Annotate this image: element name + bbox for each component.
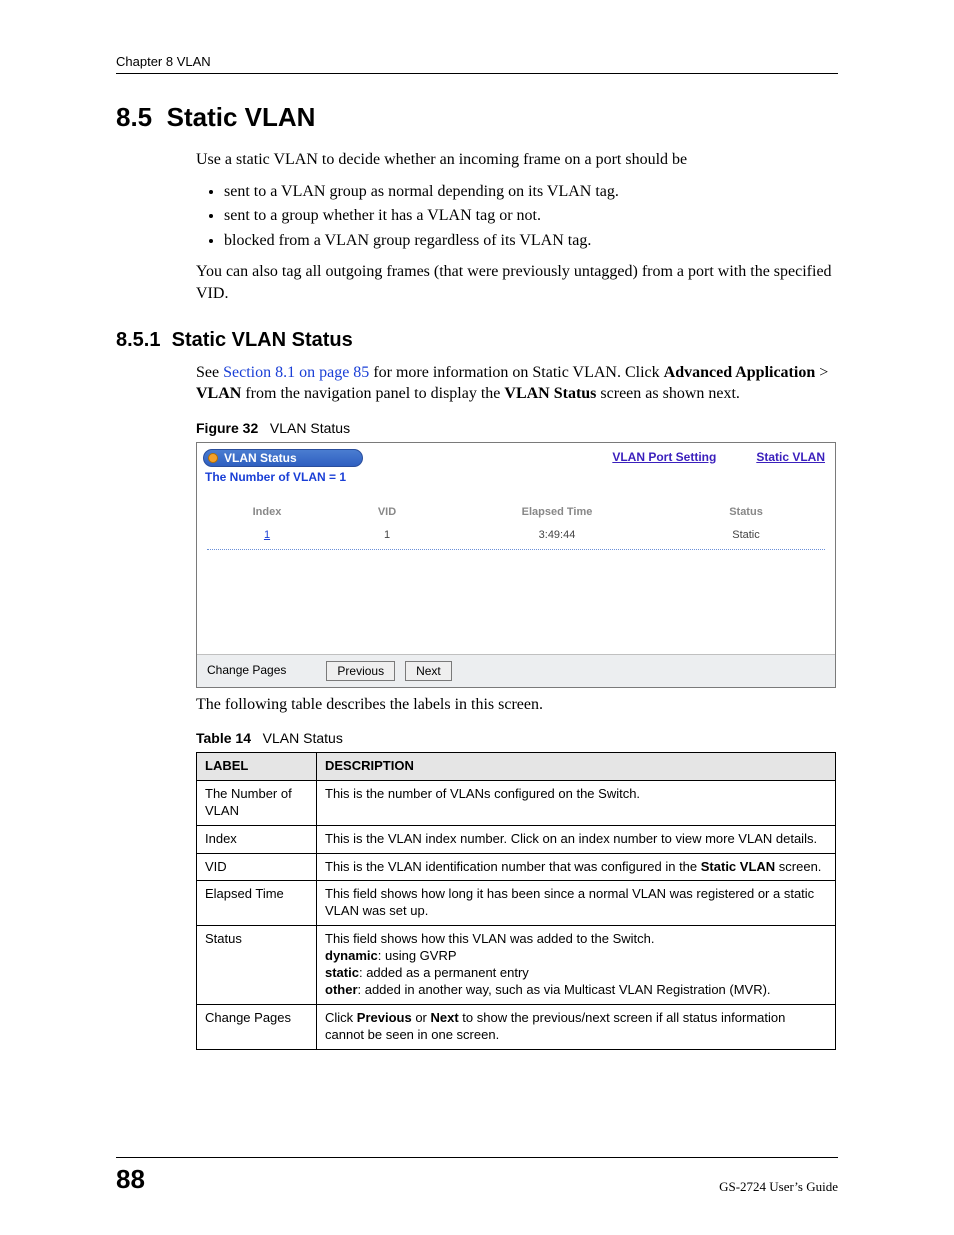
- change-pages-label: Change Pages: [207, 662, 286, 678]
- text: This is the VLAN identification number t…: [325, 859, 701, 874]
- table-row: Status This field shows how this VLAN was…: [197, 926, 836, 1005]
- ui-term: Advanced Application: [664, 364, 816, 381]
- cell-description: Click Previous or Next to show the previ…: [317, 1004, 836, 1049]
- ui-term: VLAN: [196, 385, 241, 402]
- bullet-item: sent to a VLAN group as normal depending…: [224, 181, 838, 203]
- figure-title: VLAN Status: [270, 420, 350, 436]
- text: This is the number of VLANs configured o…: [325, 786, 640, 801]
- bullet-list: sent to a VLAN group as normal depending…: [196, 181, 838, 252]
- col-header-status: Status: [667, 505, 825, 520]
- text: : using GVRP: [378, 948, 457, 963]
- text: or: [412, 1010, 431, 1025]
- cell-description: This is the number of VLANs configured o…: [317, 780, 836, 825]
- table-title: VLAN Status: [263, 730, 343, 746]
- text: >: [815, 364, 828, 381]
- subsection-title: Static VLAN Status: [172, 329, 353, 351]
- ui-term: VLAN Status: [504, 385, 596, 402]
- cell-vid: 1: [327, 528, 447, 543]
- page-footer: 88 GS-2724 User’s Guide: [116, 1157, 838, 1195]
- bullet-item: sent to a group whether it has a VLAN ta…: [224, 205, 838, 227]
- text: This field shows how this VLAN was added…: [325, 931, 655, 946]
- cross-reference-link[interactable]: Section 8.1 on page 85: [223, 364, 369, 381]
- cell-label: Elapsed Time: [197, 881, 317, 926]
- figure-number: Figure 32: [196, 420, 258, 436]
- text: screen.: [775, 859, 821, 874]
- vlan-status-figure: VLAN Status The Number of VLAN = 1 VLAN …: [196, 442, 836, 688]
- col-header-vid: VID: [327, 505, 447, 520]
- cell-description: This is the VLAN identification number t…: [317, 853, 836, 881]
- bold-term: Next: [431, 1010, 459, 1025]
- vlan-index-link[interactable]: 1: [264, 529, 270, 541]
- text: : added as a permanent entry: [359, 965, 529, 980]
- cell-description: This field shows how long it has been si…: [317, 881, 836, 926]
- table-row: Elapsed TimeThis field shows how long it…: [197, 881, 836, 926]
- text: See: [196, 364, 223, 381]
- next-button[interactable]: Next: [405, 661, 452, 681]
- bold-term: other: [325, 982, 358, 997]
- cell-description: This field shows how this VLAN was added…: [317, 926, 836, 1005]
- bullet-item: blocked from a VLAN group regardless of …: [224, 230, 838, 252]
- vlan-count-label: The Number of VLAN = 1: [205, 469, 363, 485]
- intro-paragraph: Use a static VLAN to decide whether an i…: [196, 149, 838, 171]
- table-row: 1 1 3:49:44 Static: [207, 524, 825, 547]
- th-label: LABEL: [197, 753, 317, 781]
- cell-label: Status: [197, 926, 317, 1005]
- cell-label: Change Pages: [197, 1004, 317, 1049]
- col-header-index: Index: [207, 505, 327, 520]
- section-heading: 8.5 Static VLAN: [116, 102, 838, 133]
- vlan-port-setting-link[interactable]: VLAN Port Setting: [612, 449, 716, 465]
- table-row: VID This is the VLAN identification numbe…: [197, 853, 836, 881]
- table-number: Table 14: [196, 730, 251, 746]
- figure-caption: Figure 32 VLAN Status: [196, 419, 838, 438]
- table-caption: Table 14 VLAN Status: [196, 729, 838, 748]
- subsection-heading: 8.5.1 Static VLAN Status: [116, 329, 838, 352]
- panel-title-tab: VLAN Status: [203, 449, 363, 467]
- after-figure-paragraph: The following table describes the labels…: [196, 694, 838, 716]
- row-divider: [207, 549, 825, 550]
- section-title: Static VLAN: [167, 102, 316, 132]
- text: This is the VLAN index number. Click on …: [325, 831, 817, 846]
- table-row: The Number of VLAN This is the number of …: [197, 780, 836, 825]
- text: This field shows how long it has been si…: [325, 886, 814, 918]
- text: screen as shown next.: [596, 385, 740, 402]
- bold-term: Previous: [357, 1010, 412, 1025]
- subsection-paragraph: See Section 8.1 on page 85 for more info…: [196, 362, 838, 405]
- guide-name: GS-2724 User’s Guide: [719, 1179, 838, 1195]
- th-description: DESCRIPTION: [317, 753, 836, 781]
- cell-description: This is the VLAN index number. Click on …: [317, 825, 836, 853]
- cell-label: The Number of VLAN: [197, 780, 317, 825]
- vlan-status-table: Index VID Elapsed Time Status 1 1 3:49:4…: [207, 501, 825, 550]
- panel-dot-icon: [208, 453, 218, 463]
- previous-button[interactable]: Previous: [326, 661, 395, 681]
- section-number: 8.5: [116, 102, 152, 132]
- subsection-number: 8.5.1: [116, 329, 160, 351]
- cell-label: VID: [197, 853, 317, 881]
- text: Click: [325, 1010, 357, 1025]
- bold-term: Static VLAN: [701, 859, 775, 874]
- bold-term: dynamic: [325, 948, 378, 963]
- cell-status: Static: [667, 528, 825, 543]
- page-number: 88: [116, 1164, 145, 1195]
- intro-paragraph-2: You can also tag all outgoing frames (th…: [196, 261, 838, 304]
- cell-elapsed: 3:49:44: [447, 528, 667, 543]
- running-head: Chapter 8 VLAN: [116, 54, 838, 74]
- bold-term: static: [325, 965, 359, 980]
- static-vlan-link[interactable]: Static VLAN: [756, 449, 825, 465]
- col-header-elapsed: Elapsed Time: [447, 505, 667, 520]
- panel-title: VLAN Status: [224, 450, 297, 466]
- description-table: LABEL DESCRIPTION The Number of VLAN This…: [196, 752, 836, 1050]
- table-row: Index This is the VLAN index number. Clic…: [197, 825, 836, 853]
- spacer: [197, 554, 835, 654]
- table-row: Change PagesClick Previous or Next to sh…: [197, 1004, 836, 1049]
- text: for more information on Static VLAN. Cli…: [369, 364, 663, 381]
- text: : added in another way, such as via Mult…: [358, 982, 771, 997]
- cell-label: Index: [197, 825, 317, 853]
- text: from the navigation panel to display the: [241, 385, 504, 402]
